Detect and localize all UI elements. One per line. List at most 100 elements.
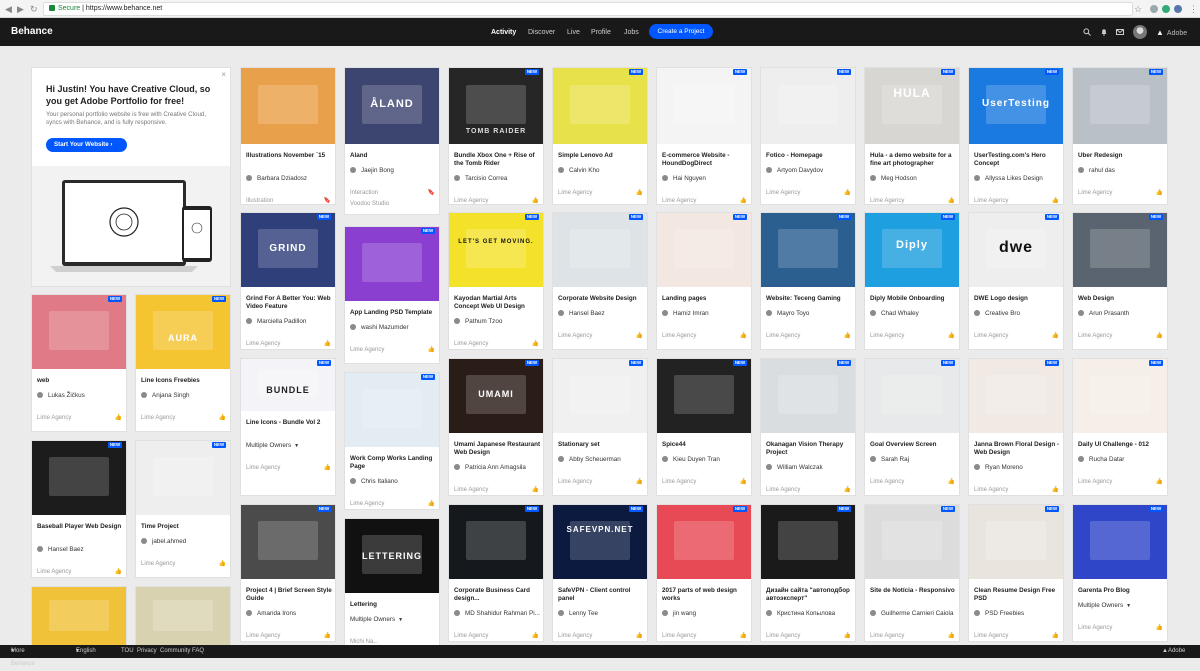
project-owner[interactable]: Jaejin Bong — [350, 167, 394, 175]
project-card[interactable]: NEW Site de Notícia - Responsivo Guilherme… — [864, 504, 960, 642]
project-thumbnail[interactable]: LET'S GET MOVING. NEW — [449, 213, 543, 287]
appreciate-icon[interactable]: 👍 — [948, 332, 955, 340]
appreciate-icon[interactable]: 👍 — [844, 189, 851, 197]
project-owner[interactable]: Multiple Owners ▼ — [246, 442, 299, 450]
appreciate-icon[interactable]: 👍 — [532, 632, 539, 640]
project-title[interactable]: Aland — [350, 152, 438, 160]
project-title[interactable]: Дизайн сайта "автоподбор автоэксперт" — [766, 587, 854, 603]
project-title[interactable]: Fotico - Homepage — [766, 152, 854, 160]
project-title[interactable]: SafeVPN - Client control panel — [558, 587, 646, 603]
project-source[interactable]: Lime Agency — [974, 197, 1008, 204]
project-thumbnail[interactable]: NEW — [657, 359, 751, 433]
project-owner[interactable]: Allyssa Likes Design — [974, 175, 1043, 183]
bookmark-icon[interactable]: 🔖 — [428, 189, 435, 197]
project-title[interactable]: UserTesting.com's Hero Concept — [974, 152, 1062, 168]
project-source[interactable]: Lime Agency — [870, 332, 904, 340]
project-thumbnail[interactable]: NEW — [865, 505, 959, 579]
project-source[interactable]: Lime Agency — [246, 632, 280, 640]
project-owner[interactable]: Chris Italiano — [350, 478, 398, 486]
project-card[interactable]: LET'S GET MOVING. NEW Kayodan Martial Arts… — [448, 212, 544, 350]
project-source[interactable]: Lime Agency — [350, 346, 384, 354]
project-source[interactable]: Lime Agency — [141, 560, 175, 568]
project-owner[interactable]: Multiple Owners ▼ — [350, 616, 403, 624]
appreciate-icon[interactable]: 👍 — [115, 414, 122, 422]
appreciate-icon[interactable]: 👍 — [532, 486, 539, 494]
project-title[interactable]: Corporate Website Design — [558, 295, 646, 303]
project-owner[interactable]: Lukas Žičkus — [37, 392, 85, 400]
project-card[interactable]: TOMB RAIDER NEW Bundle Xbox One + Rise of … — [448, 67, 544, 205]
project-title[interactable]: Diply Mobile Onboarding — [870, 295, 958, 303]
project-owner[interactable]: Hamiz Imran — [662, 310, 709, 318]
project-title[interactable]: Uber Redesign — [1078, 152, 1166, 160]
avatar[interactable] — [1133, 25, 1147, 39]
appreciate-icon[interactable]: 👍 — [1156, 478, 1163, 486]
extension-icon-1[interactable] — [1150, 5, 1158, 13]
project-thumbnail[interactable]: NEW — [136, 441, 230, 515]
project-title[interactable]: Web Design — [1078, 295, 1166, 303]
project-thumbnail[interactable] — [32, 587, 126, 645]
project-source[interactable]: Lime Agency — [1078, 478, 1112, 486]
project-owner[interactable]: Patricia Ann Amagsila — [454, 464, 526, 472]
project-owner[interactable]: Creative Bro — [974, 310, 1020, 318]
project-owner[interactable]: Rucha Datar — [1078, 456, 1124, 464]
project-title[interactable]: Spice44 — [662, 441, 750, 449]
forward-icon[interactable]: ▶ — [17, 3, 24, 15]
project-thumbnail[interactable]: SAFEVPN.NET NEW — [553, 505, 647, 579]
behance-logo[interactable]: Behance — [11, 26, 53, 38]
project-card[interactable]: Illustrations November `15 Barbara Dziado… — [240, 67, 336, 205]
project-thumbnail[interactable]: NEW — [657, 505, 751, 579]
appreciate-icon[interactable]: 👍 — [324, 632, 331, 640]
project-source[interactable]: Interaction — [350, 189, 378, 197]
project-thumbnail[interactable]: NEW — [553, 68, 647, 144]
appreciate-icon[interactable]: 👍 — [219, 560, 226, 568]
project-thumbnail[interactable]: NEW — [969, 359, 1063, 433]
nav-jobs[interactable]: Jobs — [624, 28, 639, 37]
appreciate-icon[interactable]: 👍 — [532, 340, 539, 348]
project-card[interactable]: ÅLAND Aland Jaejin Bong Interaction Voodoo S… — [344, 67, 440, 215]
appreciate-icon[interactable]: 👍 — [324, 340, 331, 348]
project-title[interactable]: Grind For A Better You: Web Video Featur… — [246, 295, 334, 311]
appreciate-icon[interactable]: 👍 — [636, 478, 643, 486]
project-thumbnail[interactable]: NEW — [241, 505, 335, 579]
start-website-button[interactable]: Start Your Website › — [46, 138, 127, 152]
appreciate-icon[interactable]: 👍 — [948, 478, 955, 486]
project-card[interactable]: UMAMI NEW Umami Japanese Restaurant Web De… — [448, 358, 544, 496]
appreciate-icon[interactable]: 👍 — [1156, 332, 1163, 340]
project-thumbnail[interactable]: NEW — [761, 213, 855, 287]
project-thumbnail[interactable]: NEW — [553, 359, 647, 433]
project-card[interactable]: BUNDLE NEW Line Icons - Bundle Vol 2 Multip… — [240, 358, 336, 496]
project-card[interactable]: NEW Corporate Website Design Hansel Baez Li… — [552, 212, 648, 350]
appreciate-icon[interactable]: 👍 — [1052, 332, 1059, 340]
project-thumbnail[interactable]: NEW — [1073, 68, 1167, 144]
project-owner[interactable]: Marciella Padillon — [246, 318, 306, 326]
project-card[interactable]: NEW Spice44 Kieu Duyen Tran Lime Agency 👍 — [656, 358, 752, 496]
project-source[interactable]: Lime Agency — [766, 632, 800, 640]
project-source[interactable]: Lime Agency — [246, 340, 280, 348]
project-thumbnail[interactable]: NEW — [553, 213, 647, 287]
project-source[interactable]: Lime Agency — [766, 189, 800, 197]
project-source[interactable]: Lime Agency — [1078, 624, 1112, 632]
project-title[interactable]: Hula - a demo website for a fine art pho… — [870, 152, 958, 168]
back-icon[interactable]: ◀ — [5, 3, 12, 15]
project-owner[interactable]: Mayro Toyo — [766, 310, 809, 318]
appreciate-icon[interactable]: 👍 — [532, 197, 539, 204]
nav-profile[interactable]: Profile — [591, 28, 611, 37]
appreciate-icon[interactable]: 👍 — [740, 197, 747, 204]
project-thumbnail[interactable]: UMAMI NEW — [449, 359, 543, 433]
project-title[interactable]: Kayodan Martial Arts Concept Web UI Desi… — [454, 295, 542, 311]
project-thumbnail[interactable]: TOMB RAIDER NEW — [449, 68, 543, 144]
project-source[interactable]: Lime Agency — [454, 197, 488, 204]
project-source[interactable]: Lime Agency — [246, 464, 280, 472]
project-owner[interactable]: Arun Prasanth — [1078, 310, 1129, 318]
appreciate-icon[interactable]: 👍 — [115, 568, 122, 576]
project-source[interactable]: Lime Agency — [37, 414, 71, 422]
project-owner[interactable]: Anjana Singh — [141, 392, 189, 400]
project-source[interactable]: Lime Agency — [662, 632, 696, 640]
project-card[interactable]: NEW Janna Brown Floral Design - Web Desig… — [968, 358, 1064, 496]
project-title[interactable]: Line Icons Freebies — [141, 377, 229, 385]
project-card[interactable]: NEW Stationary set Abby Scheuerman Lime Age… — [552, 358, 648, 496]
appreciate-icon[interactable]: 👍 — [844, 486, 851, 494]
project-source[interactable]: Lime Agency — [662, 332, 696, 340]
project-source[interactable]: Lime Agency — [766, 332, 800, 340]
project-owner[interactable]: Guilherme Carnieri Caiola — [870, 610, 953, 618]
